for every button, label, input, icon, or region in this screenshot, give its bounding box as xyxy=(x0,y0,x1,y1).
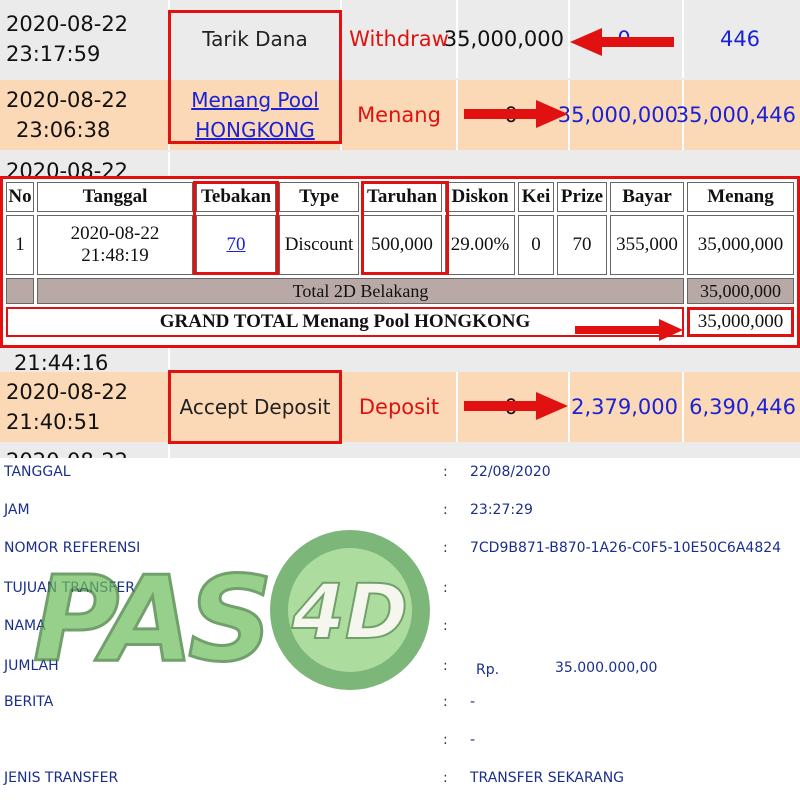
col-header: Tanggal xyxy=(37,182,193,212)
logo-badge-text: 4D xyxy=(291,567,408,656)
bet-date: 2020-08-22 xyxy=(70,223,160,244)
cell-prize: 70 xyxy=(557,215,607,275)
bet-detail-table: No Tanggal Tebakan Type Taruhan Diskon K… xyxy=(0,176,800,348)
subtotal-row: Total 2D Belakang 35,000,000 xyxy=(6,278,794,304)
ledger-date-cell: 2020-08-22 23:06:38 xyxy=(0,80,170,150)
col-header: Kei xyxy=(518,182,554,212)
ledger-row: 2020-08-22 xyxy=(0,152,800,176)
ledger-date-cell: 21:44:16 xyxy=(0,348,170,370)
ledger-date-cell: 2020-08-22 21:40:51 xyxy=(0,372,170,442)
receipt-row: BERITA : - xyxy=(0,694,800,714)
receipt-row: JAM : 23:27:29 xyxy=(0,502,800,522)
arrow-right-icon xyxy=(464,100,568,128)
cell-diskon: 29.00% xyxy=(445,215,515,275)
jumlah-value: 35.000.000,00 xyxy=(555,660,658,676)
ledger-credit: 35,000,000 xyxy=(558,80,684,150)
ledger-balance: 6,390,446 xyxy=(689,395,796,419)
pas4d-watermark-logo: 4D PAS xyxy=(32,530,430,690)
ledger-time: 23:06:38 xyxy=(16,118,111,142)
berita-value-2: - xyxy=(470,732,476,748)
highlight-box xyxy=(168,10,342,144)
colon: : xyxy=(443,770,448,786)
arrow-right-icon xyxy=(464,392,568,420)
ledger-balance: 446 xyxy=(719,27,761,51)
ledger-credit: 2,379,000 xyxy=(570,372,684,442)
ledger-type: Deposit xyxy=(342,372,458,442)
currency-label: Rp. xyxy=(476,662,500,678)
colon: : xyxy=(443,464,448,480)
colon: : xyxy=(443,618,448,634)
bet-time: 21:48:19 xyxy=(81,245,149,266)
grand-total-value: 35,000,000 xyxy=(687,307,794,337)
tanggal-value: 22/08/2020 xyxy=(470,464,551,480)
cell-no: 1 xyxy=(6,215,34,275)
receipt-row: JENIS TRANSFER : TRANSFER SEKARANG xyxy=(0,770,800,790)
tanggal-label: TANGGAL xyxy=(4,464,71,480)
col-header: No xyxy=(6,182,34,212)
colon: : xyxy=(443,502,448,518)
subtotal-label: Total 2D Belakang xyxy=(37,278,684,304)
logo-text: PAS xyxy=(33,550,267,688)
colon: : xyxy=(443,658,448,674)
colon: : xyxy=(443,732,448,748)
ledger-date-cell: 2020-08-22 23:17:59 xyxy=(0,0,170,78)
ledger-time: 21:40:51 xyxy=(6,410,101,434)
jenis-label: JENIS TRANSFER xyxy=(4,770,119,786)
subtotal-spacer xyxy=(6,278,34,304)
ledger-date-cell: 2020-08-22 xyxy=(0,152,170,176)
receipt-row: TANGGAL : 22/08/2020 xyxy=(0,464,800,484)
col-header: Bayar xyxy=(610,182,684,212)
col-header: Menang xyxy=(687,182,794,212)
cell-kei: 0 xyxy=(518,215,554,275)
col-header: Diskon xyxy=(445,182,515,212)
colon: : xyxy=(443,694,448,710)
subtotal-value: 35,000,000 xyxy=(687,278,794,304)
referensi-value: 7CD9B871-B870-1A26-C0F5-10E50C6A4824 xyxy=(470,540,782,556)
ledger-row: 2020-08-22 21:40:51 Accept Deposit Depos… xyxy=(0,372,800,442)
ledger-date: 2020-08-22 xyxy=(6,380,129,404)
ledger-date: 2020-08-22 xyxy=(6,159,129,176)
ledger-time: 23:17:59 xyxy=(6,42,101,66)
jam-label: JAM xyxy=(4,502,30,518)
arrow-right-icon xyxy=(575,319,683,341)
ledger-type: Withdraw xyxy=(342,0,458,78)
cell-tanggal: 2020-08-22 21:48:19 xyxy=(37,215,193,275)
col-header: Type xyxy=(279,182,359,212)
colon: : xyxy=(443,580,448,596)
ledger-time: 21:44:16 xyxy=(14,351,109,370)
highlight-box xyxy=(193,181,279,275)
ledger-type: Menang xyxy=(342,80,458,150)
ledger-row: 2020-08-22 23:06:38 Menang Pool HONGKONG… xyxy=(0,80,800,150)
berita-label: BERITA xyxy=(4,694,54,710)
ledger-date: 2020-08-22 xyxy=(6,12,129,36)
berita-value: - xyxy=(470,694,476,710)
ledger-balance: 35,000,446 xyxy=(675,103,796,127)
ledger-date: 2020-08-22 xyxy=(6,88,129,112)
cell-bayar: 355,000 xyxy=(610,215,684,275)
highlight-box xyxy=(361,181,449,275)
jam-value: 23:27:29 xyxy=(470,502,533,518)
highlight-box xyxy=(168,370,342,444)
colon: : xyxy=(443,540,448,556)
ledger-row: 2020-08-22 23:17:59 Tarik Dana Withdraw … xyxy=(0,0,800,78)
receipt-row: : - xyxy=(0,732,800,752)
jenis-value: TRANSFER SEKARANG xyxy=(470,770,625,786)
ledger-row: 21:44:16 xyxy=(0,348,800,370)
cell-type: Discount xyxy=(279,215,359,275)
cell-menang: 35,000,000 xyxy=(687,215,794,275)
col-header: Prize xyxy=(557,182,607,212)
arrow-left-icon xyxy=(570,28,674,56)
ledger-debit: 35,000,000 xyxy=(444,0,570,78)
